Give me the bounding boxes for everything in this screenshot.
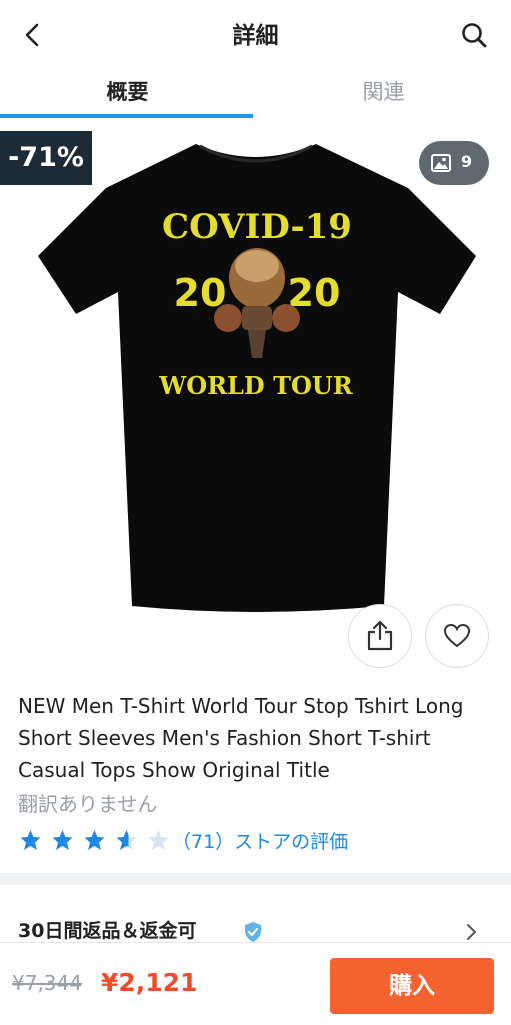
- shirt-text-world-tour: WORLD TOUR: [158, 371, 354, 400]
- rating-stars: [18, 828, 173, 854]
- tab-bar: 概要 関連: [0, 66, 511, 119]
- search-icon[interactable]: [459, 20, 489, 50]
- shirt-text-covid: COVID-19: [162, 207, 352, 247]
- returns-policy[interactable]: 30日間返品＆返金可: [18, 916, 196, 943]
- chevron-right-icon[interactable]: [464, 921, 478, 943]
- shield-check-icon: [245, 922, 261, 942]
- sale-price: ¥2,121: [101, 968, 198, 997]
- page-title: 詳細: [232, 23, 279, 49]
- section-divider: [0, 873, 511, 885]
- header-bar: 詳細: [0, 0, 511, 66]
- tab-overview[interactable]: 概要: [0, 76, 255, 106]
- star-half-icon: [116, 830, 137, 850]
- star-full-icon: [20, 830, 41, 850]
- star-full-icon: [52, 830, 73, 850]
- image-icon: [431, 154, 451, 172]
- product-title: NEW Men T-Shirt World Tour Stop Tshirt L…: [18, 694, 464, 782]
- favorite-button[interactable]: [425, 604, 489, 668]
- share-icon: [367, 621, 393, 651]
- discount-badge: -71%: [0, 131, 92, 185]
- image-count-badge[interactable]: 9: [419, 141, 489, 185]
- heart-icon: [443, 623, 471, 648]
- store-reviews-link[interactable]: （71）ストアの評価: [172, 827, 348, 854]
- star-full-icon: [84, 830, 105, 850]
- buy-button[interactable]: 購入: [330, 958, 494, 1014]
- tab-related[interactable]: 関連: [256, 76, 511, 106]
- original-price: ¥7,344: [12, 971, 82, 995]
- translation-note: 翻訳ありません: [18, 792, 158, 816]
- tshirt-image: COVID-19 20 20 WORLD TOUR: [38, 144, 476, 612]
- star-empty-icon: [148, 830, 169, 850]
- share-button[interactable]: [348, 604, 412, 668]
- image-count: 9: [461, 152, 473, 171]
- product-image[interactable]: COVID-19 20 20 WORLD TOUR: [0, 118, 511, 678]
